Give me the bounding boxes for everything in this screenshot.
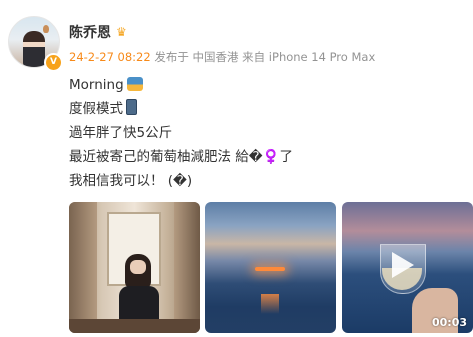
photo-floor [69, 319, 200, 333]
photo-thumbnail-1[interactable] [69, 202, 200, 333]
sunrise-emoji-icon [126, 77, 143, 91]
user-name-row: 陈乔恩 ♛ [69, 22, 127, 42]
post-device: 来自 iPhone 14 Pro Max [242, 50, 376, 64]
post-line-1-text: Morning [69, 77, 124, 93]
post-line-2-text: 度假模式 [69, 101, 123, 117]
verified-badge-icon: V [44, 53, 63, 72]
post-meta: 24-2-27 08:22 发布于 中国香港 来自 iPhone 14 Pro … [69, 49, 375, 65]
photo-sunset [255, 267, 285, 271]
video-thumbnail[interactable]: 00:03 [342, 202, 473, 333]
avatar-balloon [43, 25, 49, 33]
post-location: 发布于 中国香港 [154, 50, 239, 64]
post-line-5: 我相信我可以！ (�) [69, 173, 193, 189]
post-body: Morning 度假模式 過年胖了快5公斤 最近被寄己的葡萄柚減肥法 給�♀️了… [69, 73, 293, 193]
avatar-figure [23, 31, 45, 67]
user-name[interactable]: 陈乔恩 [69, 22, 111, 42]
avatar-wrapper[interactable]: V [8, 16, 63, 72]
photo-sun-reflection [261, 294, 279, 314]
post-line-1: Morning [69, 73, 293, 97]
play-icon[interactable] [392, 252, 414, 278]
post-line-2: 度假模式 [69, 97, 293, 121]
post-line-4: 最近被寄己的葡萄柚減肥法 給�♀️了 [69, 149, 293, 165]
photo-curtain-left [69, 202, 97, 333]
post-time[interactable]: 24-2-27 08:22 [69, 50, 151, 64]
photo-person-face [130, 260, 146, 274]
photo-thumbnail-2[interactable] [205, 202, 336, 333]
phone-vibration-emoji-icon [126, 99, 137, 115]
video-duration: 00:03 [431, 316, 467, 329]
post-line-3: 過年胖了快5公斤 [69, 125, 173, 141]
photo-curtain-right [174, 202, 200, 333]
crown-icon[interactable]: ♛ [116, 25, 127, 39]
